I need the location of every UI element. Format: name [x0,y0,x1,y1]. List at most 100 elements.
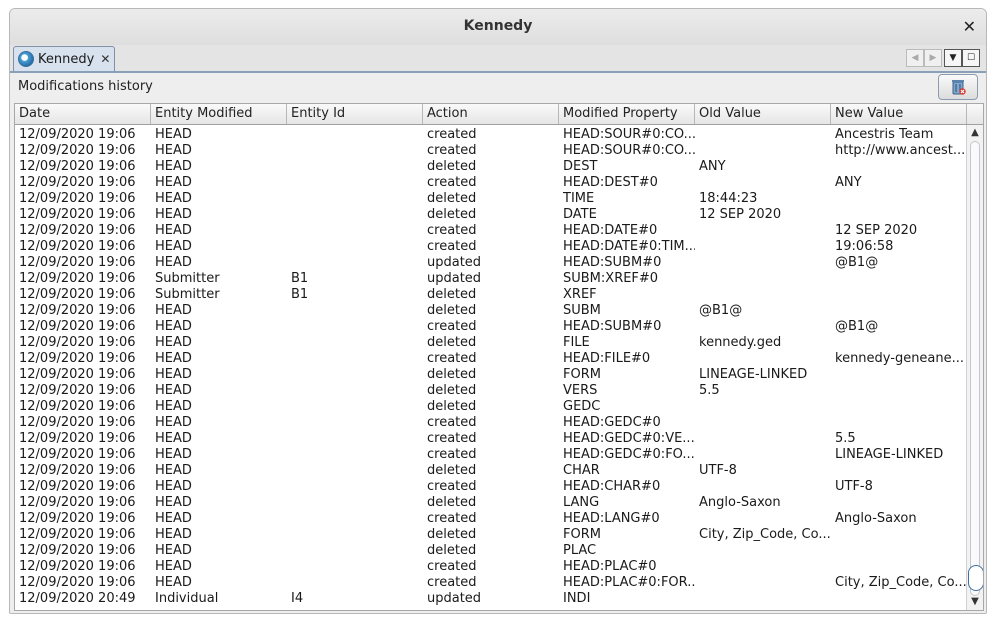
date-cell: 12/09/2020 19:06 [19,431,136,446]
action-cell: updated [427,271,482,286]
action-cell: deleted [427,335,477,350]
table-row[interactable]: 12/09/2020 19:06 HEAD created HEAD:SOUR#0:C… [15,143,967,159]
table-body[interactable]: 12/09/2020 19:06HEADcreatedHEAD:SOUR#0:V… [15,125,967,610]
modified-property-cell: HEAD:SUBM#0 [563,319,662,334]
maximize-icon[interactable]: ☐ [962,49,980,67]
table-row[interactable]: 12/09/2020 19:06 HEAD created HEAD:GEDC#0:F… [15,447,967,463]
modified-property-cell: CHAR [563,463,600,478]
date-cell: 12/09/2020 19:06 [19,239,136,254]
entity-modified-cell: HEAD [155,463,192,478]
entity-id-cell [287,255,423,271]
table-row[interactable]: 12/09/2020 20:49 Individual I4 updated INDI [15,591,967,607]
table-row[interactable]: 12/09/2020 19:06 HEAD deleted GEDC [15,399,967,415]
tab-kennedy[interactable]: Kennedy ✕ [13,46,116,71]
scroll-up-icon[interactable]: ▲ [969,127,981,139]
scrollbar-track[interactable] [968,141,983,596]
table-row[interactable]: 12/09/2020 19:06 HEAD deleted PLAC [15,543,967,559]
entity-modified-cell: HEAD [155,479,192,494]
table-row[interactable]: 12/09/2020 19:06 HEAD created HEAD:PLAC#0:F… [15,575,967,591]
old-value-cell [695,431,831,447]
entity-modified-cell: HEAD [155,415,192,430]
entity-modified-cell: HEAD [155,367,192,382]
table-row[interactable]: 12/09/2020 19:06 HEAD deleted LANG Anglo-Sax… [15,495,967,511]
action-cell: created [427,319,477,334]
title-bar[interactable]: Kennedy ✕ [10,9,986,46]
new-value-cell: kennedy-geneane... [835,351,965,366]
table-row[interactable]: 12/09/2020 19:06 HEAD updated HEAD:SUBM#0 @B… [15,255,967,271]
table-row[interactable]: 12/09/2020 19:06 Submitter B1 deleted XREF [15,287,967,303]
modified-property-cell: DATE [563,207,597,222]
entity-modified-cell: HEAD [155,399,192,414]
col-entity-id-header[interactable]: Entity Id [287,104,423,124]
entity-modified-cell: HEAD [155,239,192,254]
table-row[interactable]: 12/09/2020 19:06 HEAD created HEAD:PLAC#0 [15,559,967,575]
scrollbar-thumb[interactable] [968,565,983,591]
old-value-cell: 5.5 [699,383,720,398]
new-value-cell: City, Zip_Code, Co... [835,575,967,590]
table-row[interactable]: 12/09/2020 19:06 HEAD created HEAD:CHAR#0 UT… [15,479,967,495]
table-row[interactable]: 12/09/2020 19:06 HEAD created HEAD:DEST#0 AN… [15,175,967,191]
modified-property-cell: SUBM [563,303,601,318]
table-row[interactable]: 12/09/2020 19:06 HEAD created HEAD:DATE#0 12… [15,223,967,239]
col-entity-modified-header[interactable]: Entity Modified [151,104,287,124]
old-value-cell [695,351,831,367]
modified-property-cell: HEAD:SUBM#0 [563,255,662,270]
table-row[interactable]: 12/09/2020 19:06 HEAD deleted TIME 18:44:23 [15,191,967,207]
table-row[interactable]: 12/09/2020 19:06 HEAD created HEAD:GEDC#0 [15,415,967,431]
date-cell: 12/09/2020 19:06 [19,527,136,542]
col-new-value-header[interactable]: New Value [831,104,967,124]
table-row[interactable]: 12/09/2020 19:06 HEAD deleted DEST ANY [15,159,967,175]
old-value-cell: @B1@ [699,303,743,318]
entity-modified-cell: HEAD [155,255,192,270]
modified-property-cell: GEDC [563,399,601,414]
modified-property-cell: HEAD:GEDC#0 [563,415,661,430]
table-row[interactable]: 12/09/2020 19:06 HEAD deleted FILE kennedy.g… [15,335,967,351]
scroll-down-icon[interactable]: ▼ [969,596,981,608]
table-row[interactable]: 12/09/2020 19:06 HEAD deleted FORM LINEAGE-L… [15,367,967,383]
entity-modified-cell: HEAD [155,207,192,222]
old-value-cell [695,575,831,591]
old-value-cell [695,255,831,271]
date-cell: 12/09/2020 19:06 [19,383,136,398]
clear-history-button[interactable] [938,74,978,100]
modified-property-cell: HEAD:DATE#0:TIM... [563,239,695,254]
col-old-value-header[interactable]: Old Value [695,104,831,124]
tab-scroll-left-icon[interactable]: ◀ [906,49,924,67]
entity-id-cell [287,399,423,415]
vertical-scrollbar[interactable]: ▲ ▼ [966,125,983,610]
entity-modified-cell: HEAD [155,495,192,510]
action-cell: created [427,143,477,158]
table-row[interactable]: 12/09/2020 19:06 Submitter B1 updated SUBM:X… [15,271,967,287]
table-row[interactable]: 12/09/2020 19:06 HEAD deleted VERS 5.5 [15,383,967,399]
window-title: Kennedy [463,18,533,34]
old-value-cell [695,143,831,159]
modified-property-cell: HEAD:SOUR#0:CO... [563,127,695,142]
table-row[interactable]: 12/09/2020 19:06 HEAD deleted DATE 12 SEP 20… [15,207,967,223]
tab-list-dropdown-icon[interactable]: ▼ [944,49,962,67]
new-value-cell: 5.5 [835,431,856,446]
table-row[interactable]: 12/09/2020 19:06 HEAD deleted SUBM @B1@ [15,303,967,319]
close-window-button[interactable]: ✕ [963,17,976,36]
table-row[interactable]: 12/09/2020 19:06 HEAD created HEAD:DATE#0:T… [15,239,967,255]
modified-property-cell: LANG [563,495,600,510]
col-modified-property-header[interactable]: Modified Property [559,104,695,124]
date-cell: 12/09/2020 19:06 [19,207,136,222]
table-row[interactable]: 12/09/2020 19:06 HEAD created HEAD:LANG#0 An… [15,511,967,527]
date-cell: 12/09/2020 19:06 [19,255,136,270]
modified-property-cell: HEAD:FILE#0 [563,351,651,366]
table-row[interactable]: 12/09/2020 19:06 HEAD created HEAD:SUBM#0 @B… [15,319,967,335]
col-action-header[interactable]: Action [423,104,559,124]
entity-modified-cell: HEAD [155,335,192,350]
table-row[interactable]: 12/09/2020 19:06 HEAD created HEAD:GEDC#0:V… [15,431,967,447]
tab-scroll-right-icon[interactable]: ▶ [924,49,942,67]
table-row[interactable]: 12/09/2020 19:06 HEAD created HEAD:FILE#0 ke… [15,351,967,367]
col-date-header[interactable]: Date [15,104,151,124]
action-cell: created [427,351,477,366]
entity-modified-cell: HEAD [155,159,192,174]
table-row[interactable]: 12/09/2020 19:06 HEAD deleted CHAR UTF-8 [15,463,967,479]
new-value-cell [831,399,967,415]
table-row[interactable]: 12/09/2020 19:06 HEAD created HEAD:SOUR#0:C… [15,127,967,143]
date-cell: 12/09/2020 19:06 [19,351,136,366]
tab-close-icon[interactable]: ✕ [100,52,110,66]
table-row[interactable]: 12/09/2020 19:06 HEAD deleted FORM City, Zip… [15,527,967,543]
